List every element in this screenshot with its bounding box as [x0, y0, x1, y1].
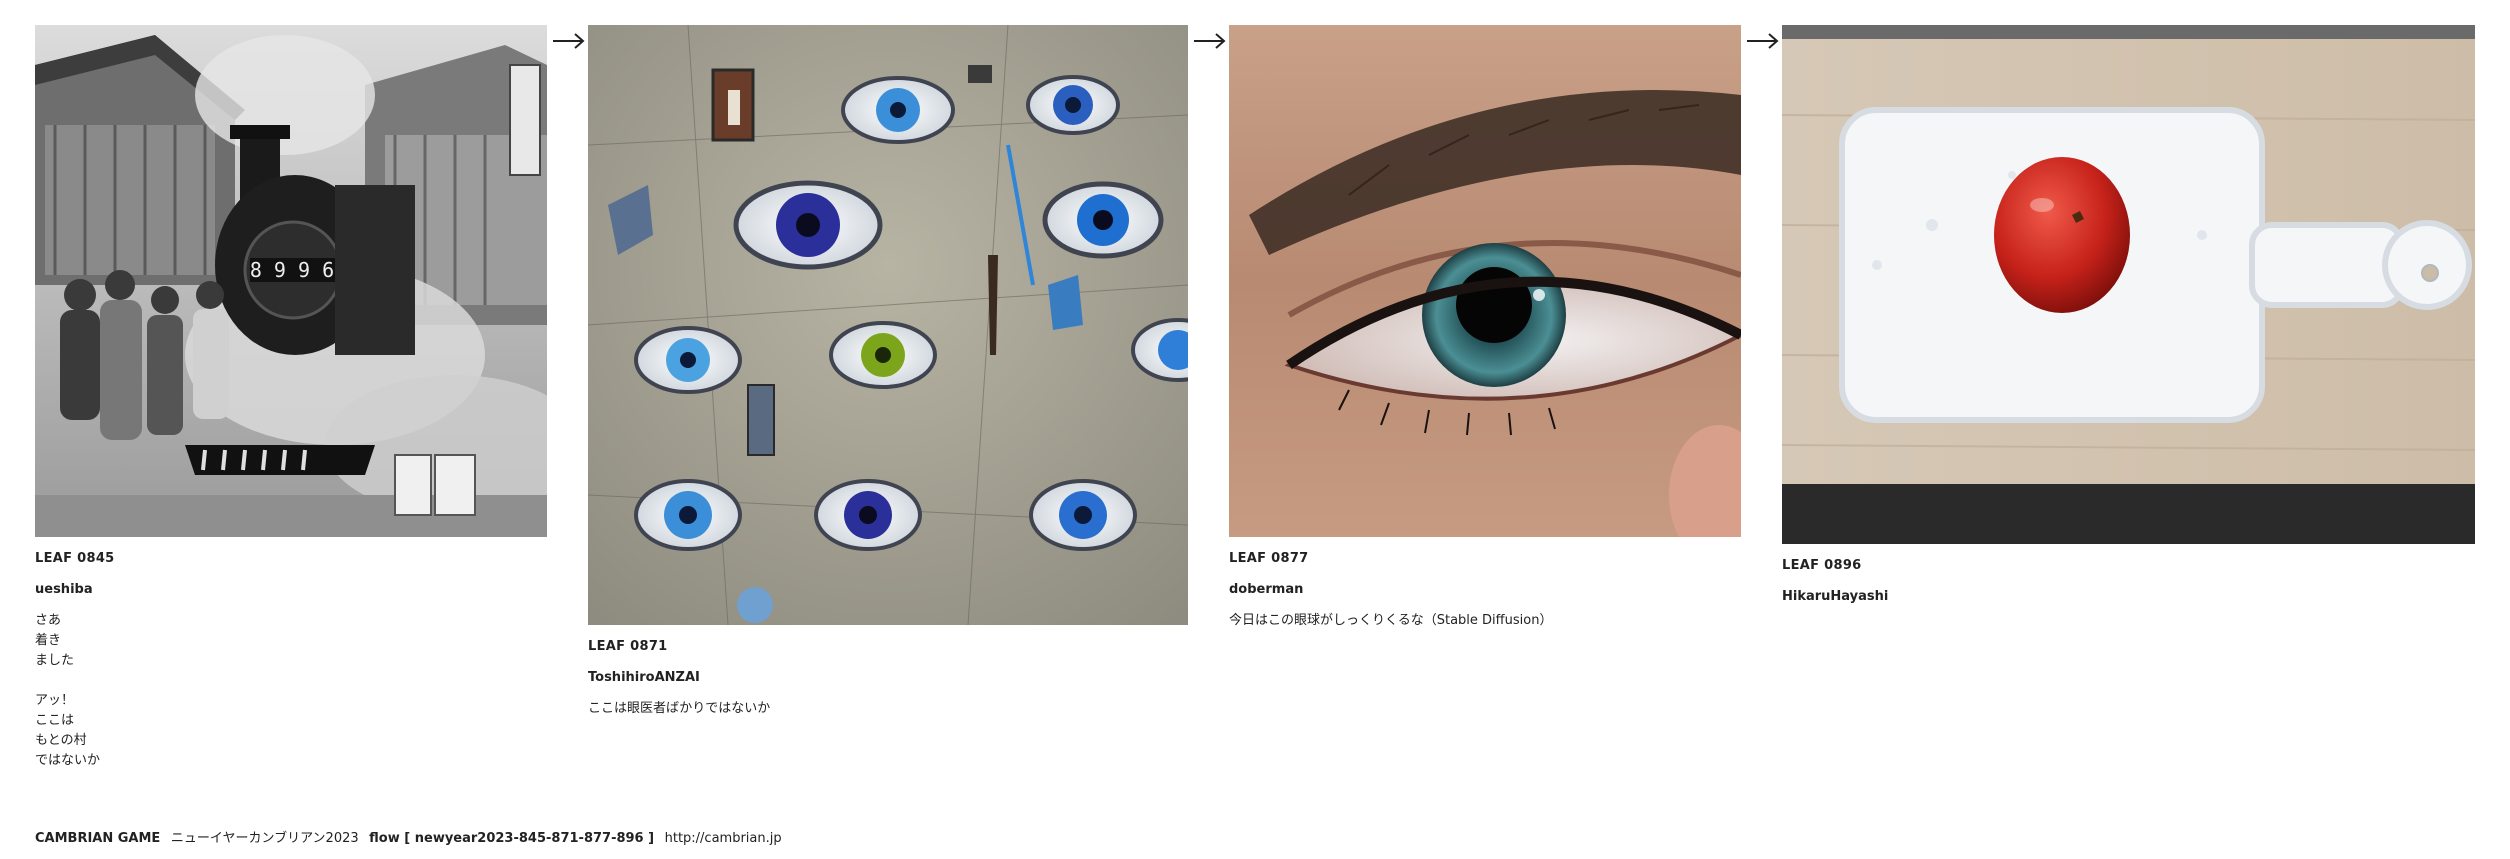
leaf-caption: さあ 着き ました アッ！ ここは もとの村 ではないか: [35, 613, 101, 768]
eye-closeup-photo-icon: [1229, 25, 1741, 537]
leaf-author[interactable]: doberman: [1229, 582, 1741, 597]
leaf-title: LEAF 0871: [588, 639, 668, 654]
right-arrow-icon: [552, 29, 586, 53]
footer-game-name: CAMBRIAN GAME: [35, 831, 161, 846]
leaf-card-0845: 8 9 9 6 LEAF 0845 ueshiba さあ 着き ました アッ！ …: [35, 25, 547, 771]
leaf-image-0877[interactable]: [1229, 25, 1741, 537]
footer-site-link[interactable]: http://cambrian.jp: [665, 831, 782, 846]
footer: CAMBRIAN GAME ニューイヤーカンブリアン2023 flow [ ne…: [35, 827, 788, 846]
leaf-author[interactable]: HikaruHayashi: [1782, 589, 2475, 604]
steam-locomotive-photo-icon: 8 9 9 6: [35, 25, 547, 537]
leaf-caption: 今日はこの眼球がしっくりくるな（Stable Diffusion）: [1229, 613, 1553, 628]
footer-flow-id: flow [ newyear2023-845-871-877-896 ]: [369, 831, 655, 846]
surreal-eyes-painting-icon: [588, 25, 1188, 625]
leaf-author[interactable]: ToshihiroANZAI: [588, 670, 1188, 685]
leaf-title: LEAF 0877: [1229, 551, 1309, 566]
leaf-card-0896: LEAF 0896 HikaruHayashi: [1782, 25, 2475, 604]
leaf-card-0877: LEAF 0877 doberman 今日はこの眼球がしっくりくるな（Stabl…: [1229, 25, 1741, 631]
leaf-author[interactable]: ueshiba: [35, 582, 547, 597]
leaf-image-0871[interactable]: [588, 25, 1188, 625]
leaf-card-0871: LEAF 0871 ToshihiroANZAI ここは眼医者ばかりではないか: [588, 25, 1188, 719]
footer-event-name: ニューイヤーカンブリアン2023: [170, 831, 359, 846]
tomato-on-cutting-board-photo-icon: [1782, 25, 2475, 544]
right-arrow-icon: [1746, 29, 1780, 53]
right-arrow-icon: [1193, 29, 1227, 53]
leaf-title: LEAF 0896: [1782, 558, 1862, 573]
leaf-image-0896[interactable]: [1782, 25, 2475, 544]
leaf-title: LEAF 0845: [35, 551, 115, 566]
leaf-caption: ここは眼医者ばかりではないか: [588, 701, 771, 716]
svg-text:8 9 9 6: 8 9 9 6: [250, 258, 334, 282]
leaf-image-0845[interactable]: 8 9 9 6: [35, 25, 547, 537]
